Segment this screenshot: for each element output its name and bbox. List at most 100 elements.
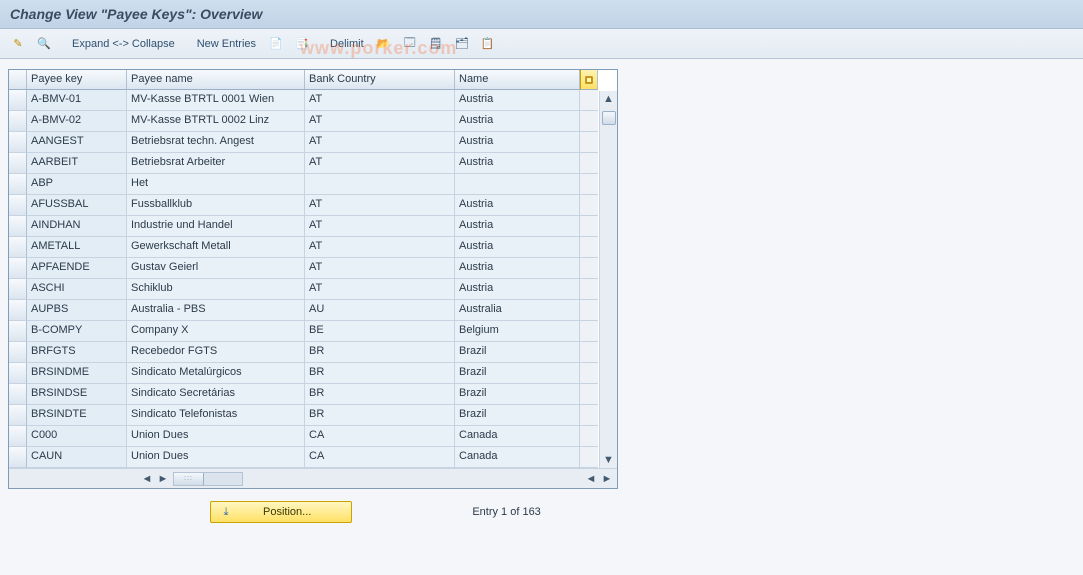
cell-payee-key[interactable]: BRFGTS [27,342,127,363]
cell-payee-name[interactable]: Sindicato Secretárias [127,384,305,405]
select-block-button[interactable] [426,34,446,54]
cell-payee-key[interactable]: BRSINDME [27,363,127,384]
delimit-button[interactable]: Delimit [326,34,368,54]
other-view-icon[interactable] [8,34,28,54]
deselect-all-button[interactable] [452,34,472,54]
cell-bank-country[interactable]: AT [305,216,455,237]
hscroll-right-step-button[interactable]: ► [155,471,171,487]
vertical-scrollbar[interactable]: ▲ ▼ [599,91,617,468]
cell-country-name[interactable]: Australia [455,300,580,321]
cell-country-name[interactable]: Brazil [455,405,580,426]
column-header-bank-country[interactable]: Bank Country [305,70,455,90]
config-button[interactable] [478,34,498,54]
row-selector[interactable] [9,111,27,132]
cell-country-name[interactable]: Austria [455,258,580,279]
cell-bank-country[interactable] [305,174,455,195]
select-all-button[interactable] [400,34,420,54]
cell-bank-country[interactable]: BR [305,342,455,363]
cell-payee-key[interactable]: APFAENDE [27,258,127,279]
scroll-down-button[interactable]: ▼ [601,452,617,468]
cell-payee-name[interactable]: Schiklub [127,279,305,300]
cell-payee-key[interactable]: C000 [27,426,127,447]
cell-payee-key[interactable]: AINDHAN [27,216,127,237]
hscroll-right-button[interactable]: ► [599,471,615,487]
cell-bank-country[interactable]: AT [305,111,455,132]
row-selector[interactable] [9,90,27,111]
cell-country-name[interactable]: Brazil [455,342,580,363]
cell-payee-key[interactable]: AANGEST [27,132,127,153]
cell-payee-name[interactable]: Union Dues [127,447,305,468]
hscroll-left-button[interactable]: ◄ [139,471,155,487]
cell-bank-country[interactable]: AU [305,300,455,321]
cell-payee-name[interactable]: MV-Kasse BTRTL 0002 Linz [127,111,305,132]
cell-payee-key[interactable]: ASCHI [27,279,127,300]
cell-bank-country[interactable]: AT [305,258,455,279]
cell-payee-name[interactable]: Sindicato Telefonistas [127,405,305,426]
cell-bank-country[interactable]: CA [305,447,455,468]
scroll-up-button[interactable]: ▲ [601,91,617,107]
column-header-name[interactable]: Name [455,70,580,90]
find-icon[interactable] [34,34,54,54]
cell-country-name[interactable]: Austria [455,153,580,174]
cell-payee-name[interactable]: Betriebsrat Arbeiter [127,153,305,174]
cell-payee-key[interactable]: BRSINDSE [27,384,127,405]
cell-payee-name[interactable]: Australia - PBS [127,300,305,321]
cell-country-name[interactable]: Brazil [455,384,580,405]
row-selector[interactable] [9,426,27,447]
row-selector[interactable] [9,258,27,279]
cell-country-name[interactable]: Austria [455,132,580,153]
cell-country-name[interactable]: Brazil [455,363,580,384]
row-selector[interactable] [9,279,27,300]
cell-payee-key[interactable]: A-BMV-01 [27,90,127,111]
cell-payee-name[interactable]: Gustav Geierl [127,258,305,279]
row-selector[interactable] [9,153,27,174]
column-header-payee-name[interactable]: Payee name [127,70,305,90]
cell-bank-country[interactable]: CA [305,426,455,447]
hscroll-track[interactable]: ::: [173,472,243,486]
cell-bank-country[interactable]: AT [305,237,455,258]
cell-payee-key[interactable]: AFUSSBAL [27,195,127,216]
cell-payee-name[interactable]: Union Dues [127,426,305,447]
cell-country-name[interactable]: Canada [455,426,580,447]
row-selector[interactable] [9,342,27,363]
row-selector[interactable] [9,363,27,384]
cell-bank-country[interactable]: BR [305,405,455,426]
cell-payee-name[interactable]: Het [127,174,305,195]
cell-payee-name[interactable]: Sindicato Metalúrgicos [127,363,305,384]
copy-as-button[interactable] [266,34,286,54]
cell-country-name[interactable]: Austria [455,90,580,111]
hscroll-left2-button[interactable]: ◄ [583,471,599,487]
row-selector[interactable] [9,447,27,468]
row-selector[interactable] [9,405,27,426]
position-button[interactable]: ⤓ Position... [210,501,352,523]
cell-payee-key[interactable]: BRSINDTE [27,405,127,426]
cell-country-name[interactable]: Canada [455,447,580,468]
expand-collapse-button[interactable]: Expand <-> Collapse [68,34,179,54]
hscroll-thumb[interactable]: ::: [174,473,204,485]
cell-payee-name[interactable]: Betriebsrat techn. Angest [127,132,305,153]
scroll-thumb[interactable] [602,111,616,125]
new-entries-button[interactable]: New Entries [193,34,260,54]
cell-country-name[interactable]: Austria [455,111,580,132]
cell-payee-key[interactable]: AUPBS [27,300,127,321]
cell-payee-name[interactable]: Gewerkschaft Metall [127,237,305,258]
cell-payee-name[interactable]: Company X [127,321,305,342]
cell-payee-key[interactable]: A-BMV-02 [27,111,127,132]
cell-payee-key[interactable]: AMETALL [27,237,127,258]
cell-bank-country[interactable]: BR [305,363,455,384]
table-settings-button[interactable] [580,70,598,90]
cell-payee-key[interactable]: AARBEIT [27,153,127,174]
row-selector[interactable] [9,384,27,405]
row-selector[interactable] [9,195,27,216]
row-selector[interactable] [9,174,27,195]
column-header-payee-key[interactable]: Payee key [27,70,127,90]
cell-payee-name[interactable]: Recebedor FGTS [127,342,305,363]
cell-bank-country[interactable]: AT [305,195,455,216]
cell-bank-country[interactable]: AT [305,279,455,300]
cell-bank-country[interactable]: BE [305,321,455,342]
cell-bank-country[interactable]: AT [305,153,455,174]
cell-bank-country[interactable]: AT [305,90,455,111]
cell-payee-key[interactable]: ABP [27,174,127,195]
cell-country-name[interactable] [455,174,580,195]
cell-country-name[interactable]: Austria [455,195,580,216]
